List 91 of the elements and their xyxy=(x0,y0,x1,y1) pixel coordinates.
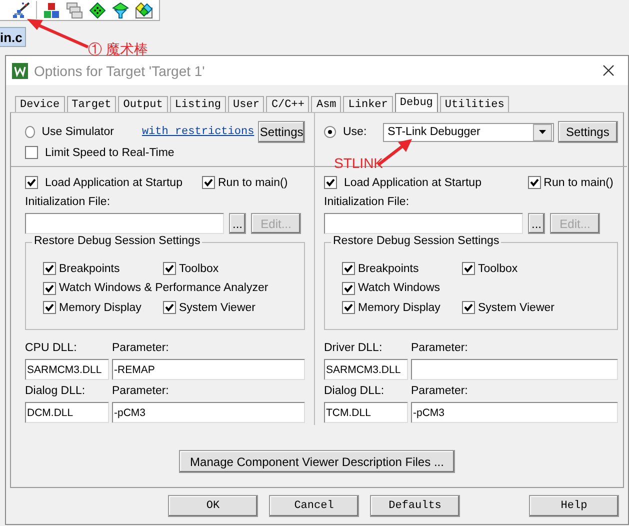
tab[interactable]: Utilities xyxy=(440,96,510,112)
tab[interactable]: User xyxy=(228,96,264,112)
checkbox-label: Watch Windows xyxy=(358,282,440,294)
dialog-button[interactable]: Defaults xyxy=(370,495,460,517)
tab[interactable]: Output xyxy=(118,96,168,112)
tab[interactable]: Asm xyxy=(311,96,342,112)
checkbox[interactable] xyxy=(342,301,355,314)
annotation-arrow xyxy=(24,16,90,50)
dialog-button[interactable]: Help xyxy=(529,495,619,517)
dialog-button[interactable]: Cancel xyxy=(269,495,359,517)
browse-button[interactable]: ... xyxy=(229,213,246,234)
tab[interactable]: Device xyxy=(15,96,65,112)
editor-tab[interactable]: in.c xyxy=(0,27,26,47)
checkbox-label: Load Application at Startup xyxy=(45,176,182,188)
checkbox[interactable] xyxy=(324,176,337,189)
checkbox[interactable] xyxy=(202,176,215,189)
checkbox[interactable] xyxy=(43,282,56,295)
dialog-button[interactable]: OK xyxy=(168,495,258,517)
tab[interactable]: Target xyxy=(66,96,116,112)
windows-icon[interactable] xyxy=(66,2,83,18)
parameter-field[interactable] xyxy=(411,359,618,380)
checkbox[interactable] xyxy=(163,301,176,314)
radio-button[interactable] xyxy=(324,126,336,138)
radio-button[interactable] xyxy=(25,126,35,138)
checkbox-label: System Viewer xyxy=(478,302,554,314)
field-label: Dialog DLL: xyxy=(324,385,384,397)
dll-field[interactable]: DCM.DLL xyxy=(25,402,109,423)
dropdown-arrow-icon xyxy=(538,130,546,134)
checkbox-label: System Viewer xyxy=(179,302,256,314)
settings-button[interactable]: Settings xyxy=(558,121,618,143)
checkbox-label: Watch Windows & Performance Analyzer xyxy=(59,282,268,294)
checkbox-label: Run to main() xyxy=(544,176,614,188)
checkbox[interactable] xyxy=(43,262,56,276)
debugger-dropdown[interactable]: ST-Link Debugger xyxy=(382,122,554,142)
checkbox-label: Memory Display xyxy=(358,302,440,314)
tab[interactable]: Linker xyxy=(343,96,393,112)
checkbox-label: Toolbox xyxy=(179,262,219,275)
checkbox[interactable] xyxy=(163,262,176,276)
funnel-icon[interactable] xyxy=(112,2,129,18)
diamond-icon[interactable] xyxy=(89,2,106,18)
init-file-field[interactable] xyxy=(324,213,523,234)
group-title: Restore Debug Session Settings xyxy=(32,235,202,247)
tab[interactable]: Debug xyxy=(394,93,438,112)
radio-label: Use Simulator xyxy=(42,126,114,138)
annotation-text: ① 魔术棒 xyxy=(88,41,148,59)
init-file-field[interactable] xyxy=(25,213,224,234)
checkbox[interactable] xyxy=(25,146,38,159)
window-title: Options for Target 'Target 1' xyxy=(34,62,206,78)
checkbox-label: Run to main() xyxy=(218,176,288,188)
checkbox[interactable] xyxy=(462,262,475,276)
checkbox[interactable] xyxy=(342,282,355,295)
dll-field[interactable]: SARMCM3.DLL xyxy=(25,359,109,380)
radio-label: Use: xyxy=(343,126,367,138)
field-label: Initialization File: xyxy=(25,196,110,208)
manage-files-button[interactable]: Manage Component Viewer Description Files ... xyxy=(179,450,455,473)
parameter-field[interactable]: -pCM3 xyxy=(411,402,618,423)
checkbox-label: Breakpoints xyxy=(59,262,120,275)
checkbox-label: Toolbox xyxy=(478,262,518,275)
checkbox[interactable] xyxy=(342,262,355,276)
field-label: CPU DLL: xyxy=(25,342,77,354)
checkbox-label: Breakpoints xyxy=(358,262,419,275)
checkbox-label: Memory Display xyxy=(59,302,142,314)
dll-field[interactable]: SARMCM3.DLL xyxy=(324,359,408,380)
restrictions-link[interactable]: with restrictions xyxy=(142,126,254,138)
field-label: Parameter: xyxy=(411,342,468,354)
tab[interactable]: Listing xyxy=(170,96,226,112)
blocks-icon[interactable] xyxy=(43,2,60,18)
parameter-field[interactable]: -pCM3 xyxy=(112,402,305,423)
parameter-field[interactable]: -REMAP xyxy=(112,359,305,380)
browse-button[interactable]: ... xyxy=(528,213,545,234)
annotation-text: STLINK xyxy=(334,155,384,171)
group-title: Restore Debug Session Settings xyxy=(331,235,502,247)
tab[interactable]: C/C++ xyxy=(266,96,310,112)
field-label: Parameter: xyxy=(112,385,169,397)
app-icon xyxy=(12,62,28,78)
envelope-icon[interactable] xyxy=(135,2,153,18)
checkbox[interactable] xyxy=(528,176,541,189)
magic-wand-icon[interactable] xyxy=(12,2,30,18)
field-label: Driver DLL: xyxy=(324,342,382,354)
checkbox-label: Limit Speed to Real-Time xyxy=(45,146,174,158)
field-label: Dialog DLL: xyxy=(25,385,86,397)
checkbox[interactable] xyxy=(25,176,38,189)
close-icon xyxy=(602,65,614,76)
field-label: Initialization File: xyxy=(324,196,410,208)
checkbox[interactable] xyxy=(462,301,475,314)
field-label: Parameter: xyxy=(112,342,169,354)
settings-button[interactable]: Settings xyxy=(258,121,305,143)
field-label: Parameter: xyxy=(411,385,468,397)
checkbox-label: Load Application at Startup xyxy=(344,176,482,188)
checkbox[interactable] xyxy=(43,301,56,314)
dll-field[interactable]: TCM.DLL xyxy=(324,402,408,423)
